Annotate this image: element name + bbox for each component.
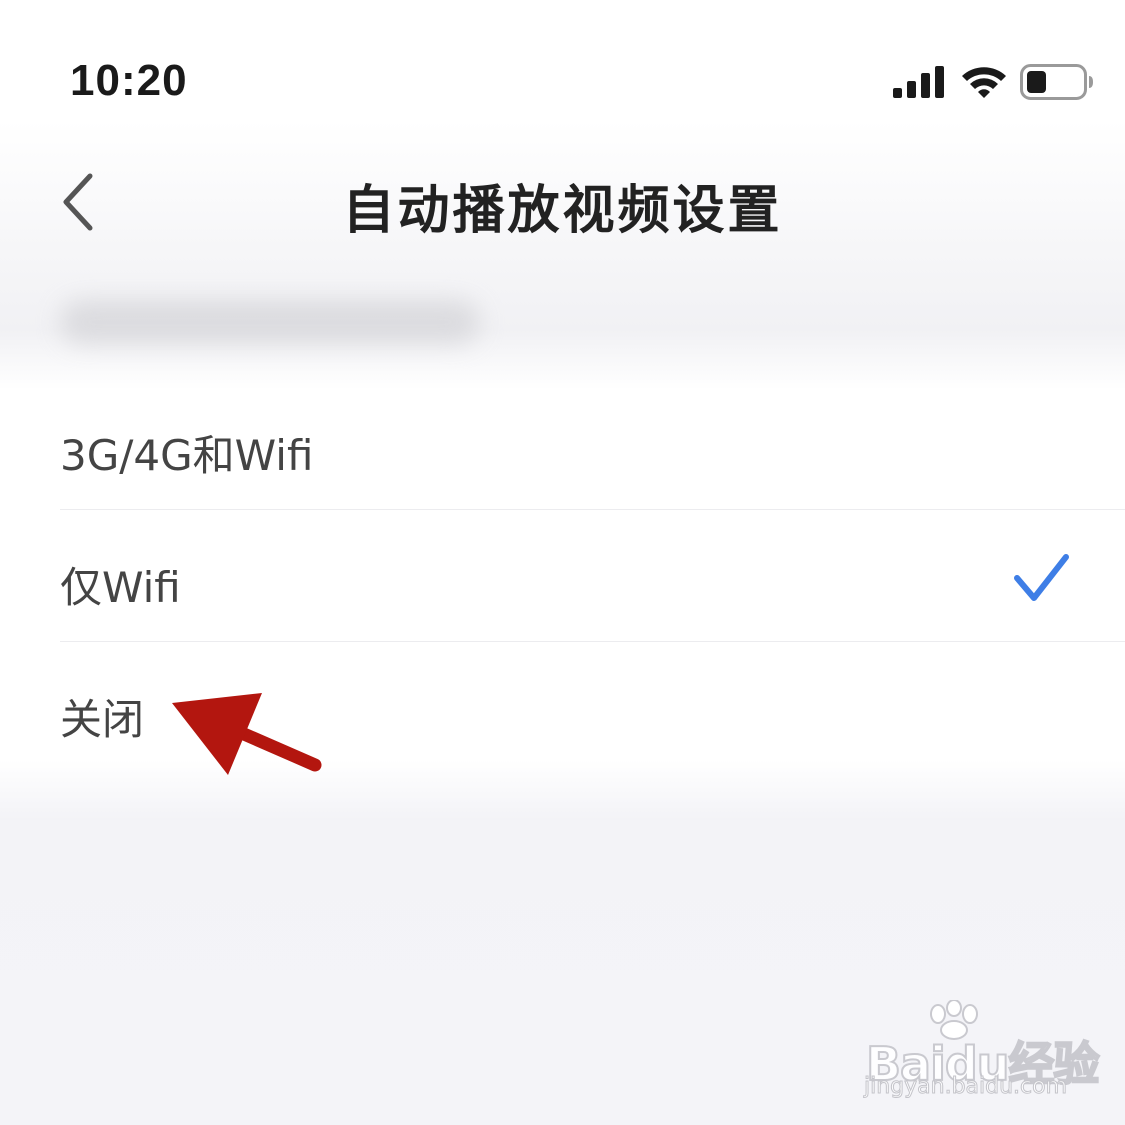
checkmark-icon — [1014, 554, 1069, 601]
watermark: Baidu经验 jingyan.baidu.com — [858, 1000, 1101, 1110]
option-label: 3G/4G和Wifi — [60, 431, 314, 480]
status-bar: 10:20 — [0, 0, 1125, 150]
option-label: 关闭 — [60, 695, 145, 744]
signal-icon — [893, 66, 944, 98]
page-title: 自动播放视频设置 — [0, 168, 1125, 243]
option-wifi-only[interactable]: 仅Wifi — [0, 510, 1125, 642]
nav-header: 自动播放视频设置 — [0, 150, 1125, 260]
page-title-text: 自动播放视频设置 — [342, 181, 783, 241]
option-label: 仅Wifi — [60, 563, 181, 612]
wifi-icon — [962, 67, 1006, 98]
blurred-section-header — [60, 300, 480, 344]
annotation-arrow-icon — [172, 693, 322, 775]
status-time: 10:20 — [70, 56, 188, 105]
battery-icon — [1020, 64, 1093, 100]
watermark-url: jingyan.baidu.com — [863, 1074, 1068, 1100]
option-3g4g-wifi[interactable]: 3G/4G和Wifi — [0, 378, 1125, 510]
